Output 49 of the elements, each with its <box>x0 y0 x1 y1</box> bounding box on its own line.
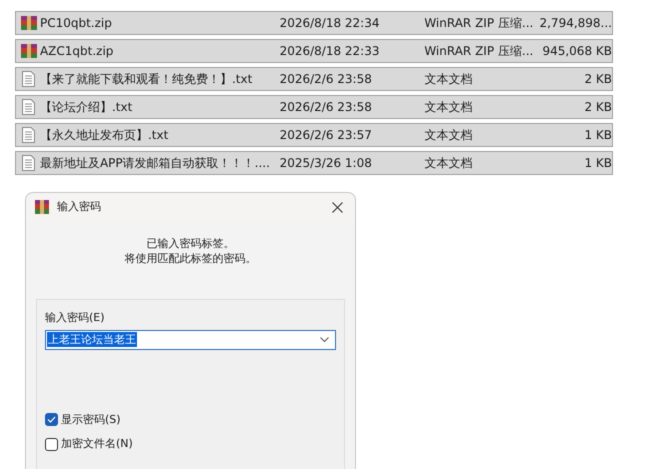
text-file-icon <box>22 155 36 171</box>
file-row[interactable]: AZC1qbt.zip 2026/8/18 22:33 WinRAR ZIP 压缩... 945,068 KB <box>15 39 613 63</box>
file-date: 2026/2/6 23:58 <box>280 71 373 88</box>
file-type: WinRAR ZIP 压缩... <box>424 15 534 32</box>
file-row[interactable]: 最新地址及APP请发邮箱自动获取！！！.... 2025/3/26 1:08 文本文档 1 KB <box>15 151 613 175</box>
file-size: 1 KB <box>583 127 612 144</box>
chevron-down-icon <box>320 336 329 342</box>
password-field[interactable]: 上老王论坛当老王 <box>45 330 336 350</box>
file-date: 2026/8/18 22:34 <box>280 15 380 32</box>
file-size: 2 KB <box>583 99 612 116</box>
file-date: 2026/2/6 23:57 <box>280 127 373 144</box>
file-type: 文本文档 <box>424 127 474 144</box>
file-type: WinRAR ZIP 压缩... <box>424 43 534 60</box>
file-size: 945,068 KB <box>541 43 612 60</box>
file-type: 文本文档 <box>424 99 474 116</box>
close-icon <box>332 202 342 212</box>
file-name: AZC1qbt.zip <box>40 43 114 60</box>
file-size: 2,794,898... <box>538 15 612 32</box>
file-row[interactable]: PC10qbt.zip 2026/8/18 22:34 WinRAR ZIP 压缩... 2,794,898... <box>15 11 613 35</box>
checkbox-label: 加密文件名(N) <box>61 436 133 452</box>
file-size: 1 KB <box>583 155 612 172</box>
file-name: PC10qbt.zip <box>40 15 113 32</box>
text-file-icon <box>22 71 36 87</box>
file-name: 【论坛介绍】.txt <box>40 99 134 116</box>
archive-icon <box>20 43 37 59</box>
file-date: 2025/3/26 1:08 <box>280 155 373 172</box>
file-date: 2026/8/18 22:33 <box>280 43 380 60</box>
file-name: 【来了就能下载和观看！纯免费！】.txt <box>40 71 254 88</box>
archive-icon <box>20 15 37 31</box>
password-label: 输入密码(E) <box>45 310 106 326</box>
password-value: 上老王论坛当老王 <box>47 332 137 347</box>
checkbox-label: 显示密码(S) <box>61 412 121 428</box>
dialog-message: 将使用匹配此标签的密码。 <box>124 251 256 266</box>
text-file-icon <box>22 99 36 115</box>
dialog-title: 输入密码 <box>57 198 101 215</box>
file-type: 文本文档 <box>424 71 474 88</box>
file-row[interactable]: 【论坛介绍】.txt 2026/2/6 23:58 文本文档 2 KB <box>15 95 613 119</box>
file-type: 文本文档 <box>424 155 474 172</box>
dialog-message: 已输入密码标签。 <box>146 236 234 251</box>
archive-icon <box>35 200 49 214</box>
file-row[interactable]: 【永久地址发布页】.txt 2026/2/6 23:57 文本文档 1 KB <box>15 123 613 147</box>
checkbox[interactable] <box>45 438 58 451</box>
text-file-icon <box>22 127 36 143</box>
checkbox[interactable] <box>45 413 58 426</box>
file-date: 2026/2/6 23:58 <box>280 99 373 116</box>
file-name: 最新地址及APP请发邮箱自动获取！！！.... <box>40 155 271 172</box>
file-name: 【永久地址发布页】.txt <box>40 127 170 144</box>
file-row[interactable]: 【来了就能下载和观看！纯免费！】.txt 2026/2/6 23:58 文本文档 2 KB <box>15 67 613 91</box>
file-size: 2 KB <box>583 71 612 88</box>
